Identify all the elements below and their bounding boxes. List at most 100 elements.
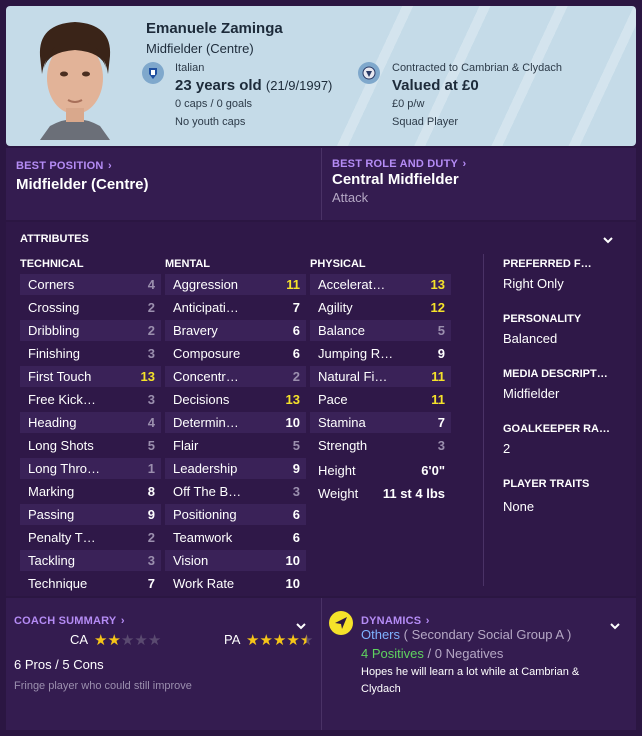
weight-row: Weight 11 st 4 lbs bbox=[310, 483, 451, 504]
attribute-name: Bravery bbox=[173, 323, 218, 338]
attribute-name: Heading bbox=[28, 415, 77, 430]
attribute-row[interactable]: Positioning 6 bbox=[165, 504, 306, 525]
personality-label: PERSONALITY bbox=[503, 313, 582, 325]
attribute-row[interactable]: Penalty T… 2 bbox=[20, 527, 161, 548]
attribute-name: Anticipati… bbox=[173, 300, 239, 315]
best-position-link[interactable]: BEST POSITION › bbox=[16, 156, 112, 174]
best-role-duty: Attack bbox=[332, 190, 369, 205]
wage: £0 p/w bbox=[392, 98, 425, 110]
attribute-row[interactable]: Vision 10 bbox=[165, 550, 306, 571]
attribute-row[interactable]: Anticipati… 7 bbox=[165, 297, 306, 318]
attribute-value: 7 bbox=[147, 576, 155, 591]
height-row: Height 6'0" bbox=[310, 460, 451, 481]
attribute-row[interactable]: Long Thro… 1 bbox=[20, 458, 161, 479]
attribute-name: Natural Fi… bbox=[318, 369, 388, 384]
attribute-name: Finishing bbox=[28, 346, 81, 361]
attribute-row[interactable]: Natural Fi… 11 bbox=[310, 366, 451, 387]
attribute-row[interactable]: Crossing 2 bbox=[20, 297, 161, 318]
attribute-value: 11 bbox=[431, 392, 445, 407]
chevron-down-icon[interactable] bbox=[294, 619, 308, 633]
attribute-row[interactable]: Marking 8 bbox=[20, 481, 161, 502]
attribute-name: Positioning bbox=[173, 507, 237, 522]
attribute-row[interactable]: Determin… 10 bbox=[165, 412, 306, 433]
attribute-row[interactable]: Aggression 11 bbox=[165, 274, 306, 295]
attribute-row[interactable]: First Touch 13 bbox=[20, 366, 161, 387]
attribute-row[interactable]: Pace 11 bbox=[310, 389, 451, 410]
media-description-value: Midfielder bbox=[503, 386, 560, 401]
attribute-name: Work Rate bbox=[173, 576, 235, 591]
attribute-row[interactable]: Finishing 3 bbox=[20, 343, 161, 364]
attribute-value: 8 bbox=[147, 484, 155, 499]
attribute-row[interactable]: Passing 9 bbox=[20, 504, 161, 525]
pa-stars: ★★★★★ bbox=[246, 632, 313, 650]
attribute-row[interactable]: Dribbling 2 bbox=[20, 320, 161, 341]
attribute-name: Vision bbox=[173, 553, 209, 568]
social-group-link[interactable]: Others bbox=[361, 627, 400, 642]
coach-summary-link[interactable]: COACH SUMMARY › bbox=[14, 611, 125, 629]
height-label: Height bbox=[318, 463, 356, 478]
attribute-row[interactable]: Stamina 7 bbox=[310, 412, 451, 433]
attribute-value: 3 bbox=[147, 346, 155, 361]
attribute-row[interactable]: Jumping R… 9 bbox=[310, 343, 451, 364]
attribute-name: Pace bbox=[318, 392, 348, 407]
dob-text: (21/9/1997) bbox=[265, 78, 333, 93]
attribute-row[interactable]: Free Kick… 3 bbox=[20, 389, 161, 410]
attribute-value: 10 bbox=[285, 415, 300, 430]
attribute-row[interactable]: Bravery 6 bbox=[165, 320, 306, 341]
goalkeeper-rating-value: 2 bbox=[503, 441, 511, 456]
attribute-value: 13 bbox=[430, 277, 445, 292]
best-role-value: Central Midfielder bbox=[332, 171, 459, 188]
preferred-foot-label: PREFERRED F… bbox=[503, 258, 592, 270]
attribute-row[interactable]: Flair 5 bbox=[165, 435, 306, 456]
attribute-name: Free Kick… bbox=[28, 392, 96, 407]
attribute-name: Accelerat… bbox=[318, 277, 386, 292]
attribute-name: Technique bbox=[28, 576, 88, 591]
height-value: 6'0" bbox=[421, 463, 445, 478]
attribute-value: 2 bbox=[292, 369, 300, 384]
attribute-name: Leadership bbox=[173, 461, 238, 476]
attribute-value: 6 bbox=[292, 323, 300, 338]
coach-summary-text: Fringe player who could still improve bbox=[14, 680, 192, 692]
attribute-row[interactable]: Technique 7 bbox=[20, 573, 161, 594]
attribute-row[interactable]: Off The B… 3 bbox=[165, 481, 306, 502]
attribute-row[interactable]: Composure 6 bbox=[165, 343, 306, 364]
attribute-row[interactable]: Work Rate 10 bbox=[165, 573, 306, 594]
attribute-row[interactable]: Leadership 9 bbox=[165, 458, 306, 479]
attribute-row[interactable]: Long Shots 5 bbox=[20, 435, 161, 456]
star-icon: ★ bbox=[259, 632, 273, 649]
attribute-row[interactable]: Balance 5 bbox=[310, 320, 451, 341]
attribute-row[interactable]: Strength 3 bbox=[310, 435, 451, 456]
attribute-name: Decisions bbox=[173, 392, 230, 407]
chevron-down-icon[interactable] bbox=[608, 619, 622, 633]
attribute-row[interactable]: Accelerat… 13 bbox=[310, 274, 451, 295]
chevron-down-icon[interactable] bbox=[601, 233, 615, 247]
attribute-row[interactable]: Decisions 13 bbox=[165, 389, 306, 410]
attribute-row[interactable]: Agility 12 bbox=[310, 297, 451, 318]
player-photo bbox=[39, 22, 111, 140]
star-icon: ★ bbox=[134, 632, 148, 649]
attribute-name: Long Shots bbox=[28, 438, 94, 453]
chevron-right-icon: › bbox=[108, 160, 112, 172]
chevron-right-icon: › bbox=[120, 615, 125, 627]
attribute-value: 7 bbox=[292, 300, 300, 315]
attribute-value: 9 bbox=[292, 461, 300, 476]
divider bbox=[483, 254, 484, 586]
attribute-value: 9 bbox=[147, 507, 155, 522]
attribute-row[interactable]: Corners 4 bbox=[20, 274, 161, 295]
dynamics-label: DYNAMICS bbox=[361, 615, 422, 627]
best-role-link[interactable]: BEST ROLE AND DUTY › bbox=[332, 154, 466, 172]
attribute-name: First Touch bbox=[28, 369, 92, 384]
caps: 0 caps / 0 goals bbox=[175, 98, 253, 110]
attribute-row[interactable]: Heading 4 bbox=[20, 412, 161, 433]
squad-status: Squad Player bbox=[392, 116, 459, 128]
star-icon: ★ bbox=[272, 632, 287, 649]
attribute-row[interactable]: Teamwork 6 bbox=[165, 527, 306, 548]
attribute-row[interactable]: Tackling 3 bbox=[20, 550, 161, 571]
attribute-value: 2 bbox=[147, 300, 155, 315]
star-icon: ★ bbox=[94, 632, 108, 649]
attribute-name: Off The B… bbox=[173, 484, 242, 499]
attribute-row[interactable]: Concentr… 2 bbox=[165, 366, 306, 387]
best-role-panel: BEST ROLE AND DUTY › Central Midfielder … bbox=[321, 148, 636, 220]
attribute-name: Teamwork bbox=[173, 530, 233, 545]
dynamics-summary: 4 Positives / 0 Negatives bbox=[361, 646, 503, 661]
